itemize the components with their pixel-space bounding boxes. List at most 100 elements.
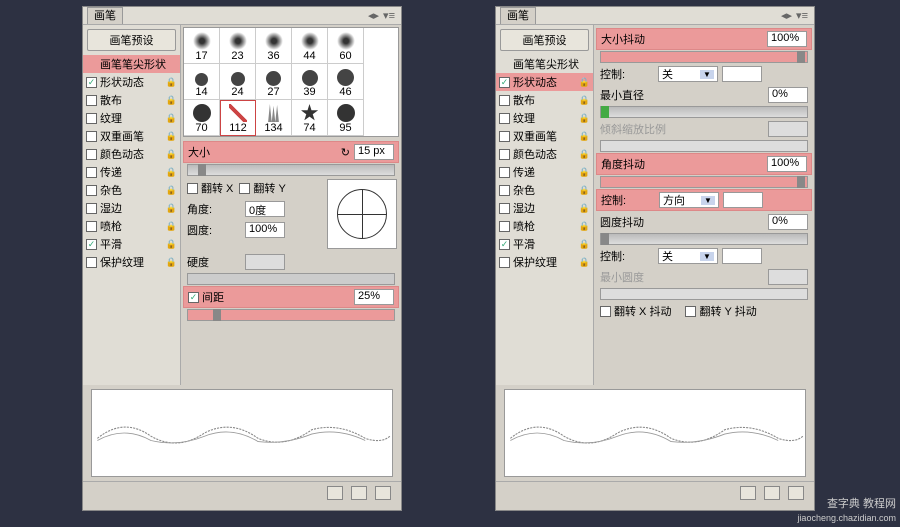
checkbox[interactable]	[86, 167, 97, 178]
size-jitter-slider[interactable]	[600, 51, 808, 63]
angle-control-field[interactable]	[723, 192, 763, 208]
sidebar-item[interactable]: 纹理🔒	[83, 109, 180, 127]
checkbox[interactable]	[499, 185, 510, 196]
sidebar-item[interactable]: 保护纹理🔒	[83, 253, 180, 271]
sidebar-item[interactable]: ✓形状动态🔒	[83, 73, 180, 91]
angle-field[interactable]: 0度	[245, 201, 285, 217]
brush-cell[interactable]: 46	[328, 64, 364, 100]
sidebar-item[interactable]: 画笔笔尖形状	[83, 55, 180, 73]
spacing-checkbox[interactable]: ✓	[188, 292, 199, 303]
checkbox[interactable]	[499, 257, 510, 268]
flipy-jitter-checkbox[interactable]	[685, 306, 696, 317]
menu-icon[interactable]: ▾≡	[796, 9, 808, 22]
sidebar-item[interactable]: 喷枪🔒	[83, 217, 180, 235]
checkbox[interactable]	[499, 149, 510, 160]
checkbox[interactable]	[86, 149, 97, 160]
brush-cell[interactable]: 23	[220, 28, 256, 64]
sidebar-item[interactable]: 杂色🔒	[83, 181, 180, 199]
sidebar-item[interactable]: ✓平滑🔒	[83, 235, 180, 253]
sidebar-item[interactable]: 传递🔒	[83, 163, 180, 181]
brush-cell[interactable]: 112	[220, 100, 256, 136]
checkbox[interactable]	[86, 131, 97, 142]
sidebar-item[interactable]: 湿边🔒	[83, 199, 180, 217]
sidebar-item[interactable]: 颜色动态🔒	[496, 145, 593, 163]
toggle-icon[interactable]	[740, 486, 756, 500]
angle-widget[interactable]	[327, 179, 397, 249]
min-diameter-field[interactable]: 0%	[768, 87, 808, 103]
checkbox[interactable]	[499, 131, 510, 142]
panel-tab[interactable]: 画笔	[87, 7, 123, 24]
flipx-checkbox[interactable]	[187, 183, 198, 194]
roundness-field[interactable]: 100%	[245, 222, 285, 238]
sidebar-item[interactable]: 颜色动态🔒	[83, 145, 180, 163]
reset-icon[interactable]: ↻	[341, 146, 350, 159]
round-control-select[interactable]: 关▼	[658, 248, 718, 264]
collapse-icon[interactable]: ◂▸	[368, 9, 379, 22]
size-jitter-field[interactable]: 100%	[767, 31, 807, 47]
brush-presets-button[interactable]: 画笔预设	[87, 29, 176, 51]
brush-presets-button[interactable]: 画笔预设	[500, 29, 589, 51]
hardness-slider[interactable]	[187, 273, 395, 285]
checkbox[interactable]	[86, 185, 97, 196]
checkbox[interactable]	[499, 167, 510, 178]
brush-cell[interactable]: 70	[184, 100, 220, 136]
brush-cell[interactable]: 74	[292, 100, 328, 136]
collapse-icon[interactable]: ◂▸	[781, 9, 792, 22]
checkbox[interactable]	[86, 95, 97, 106]
brush-cell[interactable]: 36	[256, 28, 292, 64]
sidebar-item[interactable]: 传递🔒	[496, 163, 593, 181]
sidebar-item[interactable]: ✓形状动态🔒	[496, 73, 593, 91]
roundness-jitter-field[interactable]: 0%	[768, 214, 808, 230]
flipx-jitter-checkbox[interactable]	[600, 306, 611, 317]
checkbox[interactable]: ✓	[499, 77, 510, 88]
brush-cell[interactable]: 95	[328, 100, 364, 136]
sidebar-item[interactable]: 画笔笔尖形状	[496, 55, 593, 73]
size-field[interactable]: 15 px	[354, 144, 394, 160]
spacing-field[interactable]: 25%	[354, 289, 394, 305]
brush-cell[interactable]: 27	[256, 64, 292, 100]
new-icon[interactable]	[351, 486, 367, 500]
new-icon[interactable]	[764, 486, 780, 500]
brush-cell[interactable]: 134	[256, 100, 292, 136]
angle-control-select[interactable]: 方向▼	[659, 192, 719, 208]
roundness-jitter-slider[interactable]	[600, 233, 808, 245]
sidebar-item[interactable]: 散布🔒	[83, 91, 180, 109]
brush-cell[interactable]: 14	[184, 64, 220, 100]
sidebar-item[interactable]: 湿边🔒	[496, 199, 593, 217]
angle-jitter-slider[interactable]	[600, 176, 808, 188]
checkbox[interactable]: ✓	[86, 239, 97, 250]
toggle-icon[interactable]	[327, 486, 343, 500]
checkbox[interactable]	[499, 95, 510, 106]
checkbox[interactable]: ✓	[86, 77, 97, 88]
control-field[interactable]	[722, 66, 762, 82]
checkbox[interactable]	[499, 113, 510, 124]
control-select[interactable]: 关▼	[658, 66, 718, 82]
checkbox[interactable]	[499, 203, 510, 214]
brush-cell[interactable]: 17	[184, 28, 220, 64]
brush-grid[interactable]: 17233644601424273946701121347495	[183, 27, 399, 137]
trash-icon[interactable]	[375, 486, 391, 500]
sidebar-item[interactable]: 双重画笔🔒	[496, 127, 593, 145]
sidebar-item[interactable]: 喷枪🔒	[496, 217, 593, 235]
brush-cell[interactable]: 24	[220, 64, 256, 100]
flipy-checkbox[interactable]	[239, 183, 250, 194]
checkbox[interactable]: ✓	[499, 239, 510, 250]
hardness-field[interactable]	[245, 254, 285, 270]
panel-tab[interactable]: 画笔	[500, 7, 536, 24]
checkbox[interactable]	[86, 257, 97, 268]
sidebar-item[interactable]: 杂色🔒	[496, 181, 593, 199]
sidebar-item[interactable]: 保护纹理🔒	[496, 253, 593, 271]
sidebar-item[interactable]: 纹理🔒	[496, 109, 593, 127]
sidebar-item[interactable]: ✓平滑🔒	[496, 235, 593, 253]
angle-jitter-field[interactable]: 100%	[767, 156, 807, 172]
size-slider[interactable]	[187, 164, 395, 176]
sidebar-item[interactable]: 散布🔒	[496, 91, 593, 109]
checkbox[interactable]	[86, 203, 97, 214]
brush-cell[interactable]: 44	[292, 28, 328, 64]
brush-cell[interactable]: 39	[292, 64, 328, 100]
min-diameter-slider[interactable]	[600, 106, 808, 118]
checkbox[interactable]	[499, 221, 510, 232]
round-control-field[interactable]	[722, 248, 762, 264]
menu-icon[interactable]: ▾≡	[383, 9, 395, 22]
checkbox[interactable]	[86, 113, 97, 124]
